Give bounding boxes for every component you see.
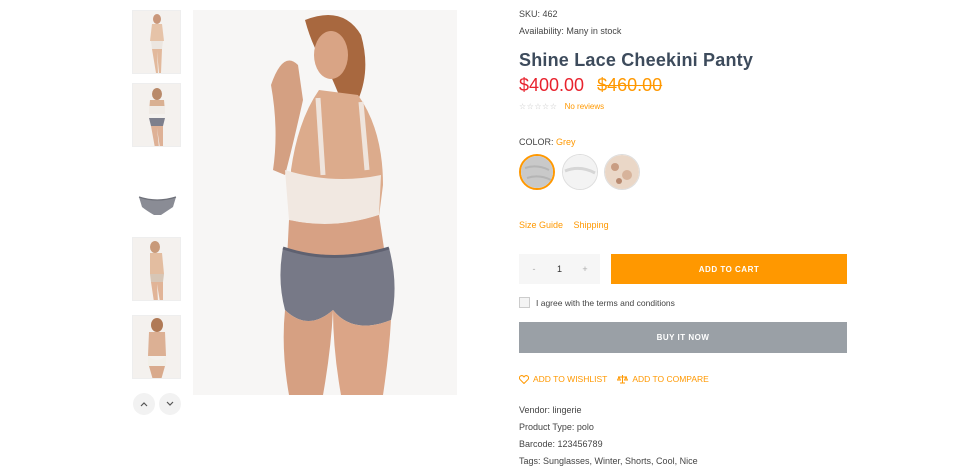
shipping-link[interactable]: Shipping [574, 220, 609, 230]
compare-label: ADD TO COMPARE [632, 374, 709, 384]
rating: ☆☆☆☆☆ No reviews [519, 102, 604, 111]
chevron-down-icon [166, 401, 174, 406]
quantity-decrease-button[interactable]: - [527, 264, 541, 274]
product-type-text: Product Type: polo [519, 422, 594, 432]
reviews-link[interactable]: No reviews [565, 102, 605, 111]
model-side-image [150, 241, 164, 300]
compare-icon [617, 375, 629, 384]
current-price: $400.00 [519, 75, 585, 95]
thumbnail-1[interactable] [132, 10, 181, 74]
size-guide-link[interactable]: Size Guide [519, 220, 563, 230]
thumbnail-2[interactable] [132, 83, 181, 147]
star-rating-icon: ☆☆☆☆☆ [519, 102, 558, 111]
thumbnail-3[interactable] [132, 164, 181, 228]
swatch-champagne[interactable] [604, 154, 640, 190]
terms-label: I agree with the terms and conditions [536, 297, 675, 308]
color-label-text: COLOR: [519, 137, 554, 147]
model-front-image [150, 14, 164, 73]
champagne-fabric-swatch [605, 155, 639, 189]
wishlist-label: ADD TO WISHLIST [533, 374, 608, 384]
thumbnail-next-button[interactable] [159, 393, 181, 415]
quantity-input[interactable]: 1 [557, 264, 562, 274]
grey-fabric-swatch [521, 156, 553, 188]
add-to-cart-button[interactable]: ADD TO CART [611, 254, 847, 284]
color-label: COLOR: Grey [519, 137, 576, 147]
heart-icon [519, 374, 529, 384]
model-set-image [149, 88, 165, 146]
quantity-stepper: - 1 + [519, 254, 600, 284]
swatch-grey[interactable] [519, 154, 555, 190]
secondary-actions: ADD TO WISHLIST ADD TO COMPARE [519, 374, 719, 384]
color-value: Grey [556, 137, 576, 147]
vendor-text: Vendor: lingerie [519, 405, 582, 415]
chevron-up-icon [140, 402, 148, 407]
info-links: Size Guide Shipping [519, 220, 617, 230]
barcode-text: Barcode: 123456789 [519, 439, 603, 449]
price-row: $400.00 $460.00 [519, 75, 662, 96]
thumbnail-prev-button[interactable] [133, 393, 155, 415]
add-to-compare-link[interactable]: ADD TO COMPARE [617, 374, 709, 384]
white-fabric-swatch [563, 155, 597, 189]
quantity-increase-button[interactable]: + [578, 264, 592, 274]
terms-row: I agree with the terms and conditions [519, 297, 675, 308]
model-back-image [148, 318, 166, 378]
main-product-image[interactable] [193, 10, 457, 395]
sku-text: SKU: 462 [519, 9, 558, 19]
availability-text: Availability: Many in stock [519, 26, 622, 36]
terms-checkbox[interactable] [519, 297, 530, 308]
old-price: $460.00 [597, 75, 663, 95]
swatch-white[interactable] [562, 154, 598, 190]
thumbnail-5[interactable] [132, 315, 181, 379]
product-title: Shine Lace Cheekini Panty [519, 50, 754, 70]
panty-flat-image [138, 196, 177, 215]
thumbnail-4[interactable] [132, 237, 181, 301]
model-back-view-image [271, 15, 395, 395]
tags-text: Tags: Sunglasses, Winter, Shorts, Cool, … [519, 456, 698, 466]
add-to-wishlist-link[interactable]: ADD TO WISHLIST [519, 374, 607, 384]
buy-now-button[interactable]: BUY IT NOW [519, 322, 847, 353]
